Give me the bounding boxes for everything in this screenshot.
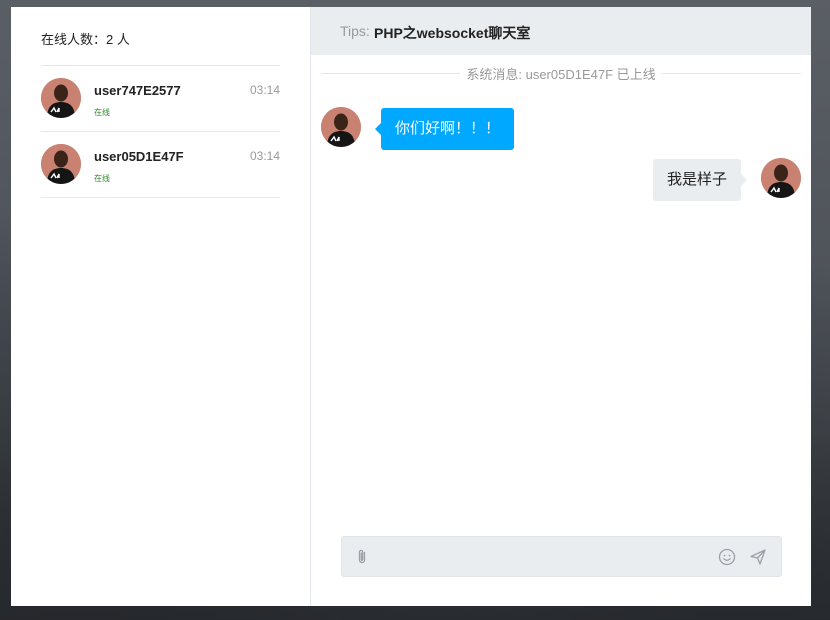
chat-panel: Tips: PHP之websocket聊天室 系统消息: user05D1E47… xyxy=(311,7,811,606)
user-list-item[interactable]: user05D1E47F 在线 03:14 xyxy=(41,132,280,198)
online-users-sidebar: 在线人数：2 人 user747E2577 在线 03:14 user05D1E… xyxy=(11,7,311,606)
sender-avatar[interactable] xyxy=(321,107,361,147)
tips-label: Tips: xyxy=(340,23,370,39)
message-bubble: 你们好啊！！！ xyxy=(374,108,515,150)
user-name: user05D1E47F xyxy=(94,149,184,164)
message-bubble: 我是样子 xyxy=(652,159,748,201)
chat-header: Tips: PHP之websocket聊天室 xyxy=(311,7,811,55)
user-name: user747E2577 xyxy=(94,83,181,98)
online-count: 在线人数：2 人 xyxy=(41,29,280,66)
user-time: 03:14 xyxy=(249,149,280,163)
user-avatar xyxy=(41,78,81,118)
user-status: 在线 xyxy=(94,174,110,183)
chat-title: PHP之websocket聊天室 xyxy=(374,25,531,41)
message-composer xyxy=(341,536,782,577)
system-message-divider: 系统消息: user05D1E47F 已上线 xyxy=(321,64,801,83)
send-icon[interactable] xyxy=(748,547,768,567)
paperclip-icon[interactable] xyxy=(352,547,372,567)
user-status: 在线 xyxy=(94,108,110,117)
own-avatar[interactable] xyxy=(761,158,801,198)
user-time: 03:14 xyxy=(249,83,280,97)
chat-app: 在线人数：2 人 user747E2577 在线 03:14 user05D1E… xyxy=(11,7,811,606)
user-list-item[interactable]: user747E2577 在线 03:14 xyxy=(41,66,280,132)
system-message: 系统消息: user05D1E47F 已上线 xyxy=(460,64,662,83)
user-avatar xyxy=(41,144,81,184)
emoji-icon[interactable] xyxy=(717,547,737,567)
message-input[interactable] xyxy=(376,543,710,573)
